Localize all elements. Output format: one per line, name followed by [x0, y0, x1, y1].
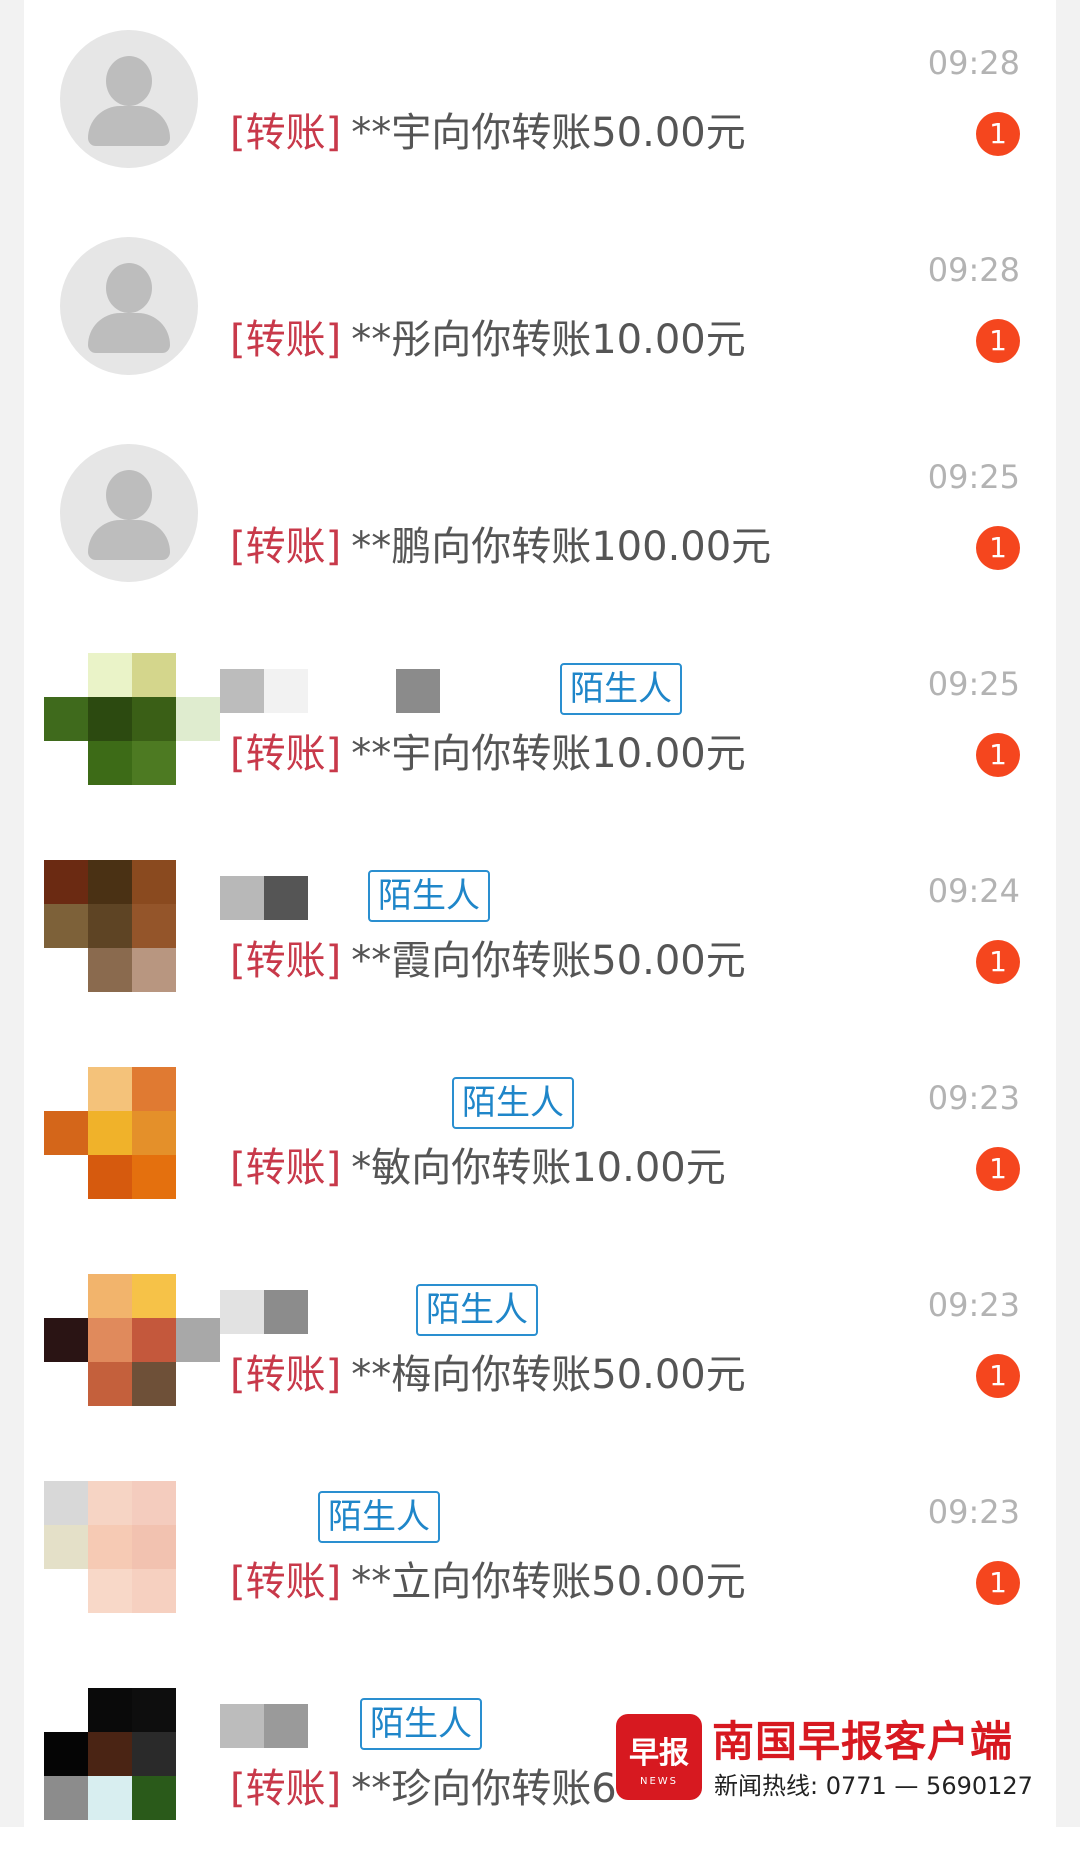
transfer-label: [转账]	[230, 317, 342, 363]
conversation-item[interactable]: 陌生人 [转账] **立向你转账50.00元 09:23 1	[24, 1449, 1056, 1656]
transfer-label: [转账]	[230, 524, 342, 570]
stranger-tag: 陌生人	[368, 870, 490, 922]
timestamp: 09:24	[927, 872, 1020, 910]
message-preview: [转账] **鹏向你转账100.00元	[230, 522, 771, 572]
timestamp: 09:23	[927, 1493, 1020, 1531]
stranger-tag: 陌生人	[318, 1491, 440, 1543]
unread-badge: 1	[976, 1561, 1020, 1605]
transfer-label: [转账]	[230, 1352, 342, 1398]
blurred-name	[220, 669, 470, 713]
stranger-tag: 陌生人	[360, 1698, 482, 1750]
conversation-item[interactable]: 陌生人 [转账] **霞向你转账50.00元 09:24 1	[24, 828, 1056, 1035]
transfer-label: [转账]	[230, 731, 342, 777]
transfer-label: [转账]	[230, 1559, 342, 1605]
pixelated-avatar	[44, 1481, 224, 1621]
unread-badge: 1	[976, 112, 1020, 156]
timestamp: 09:23	[927, 1079, 1020, 1117]
unread-badge: 1	[976, 526, 1020, 570]
timestamp: 09:28	[927, 44, 1020, 82]
stranger-tag: 陌生人	[416, 1284, 538, 1336]
pixelated-avatar	[44, 1067, 224, 1207]
logo-subtext: NEWS	[639, 1776, 679, 1787]
default-avatar-icon	[60, 237, 198, 375]
message-text: *敏向你转账10.00元	[351, 1145, 726, 1191]
unread-badge: 1	[976, 940, 1020, 984]
message-preview: [转账] *敏向你转账10.00元	[230, 1143, 726, 1193]
default-avatar-icon	[60, 30, 198, 168]
unread-badge: 1	[976, 733, 1020, 777]
conversation-item[interactable]: 陌生人 [转账] **梅向你转账50.00元 09:23 1	[24, 1242, 1056, 1449]
conversation-item[interactable]: 陌生人 [转账] *敏向你转账10.00元 09:23 1	[24, 1035, 1056, 1242]
pixelated-avatar	[44, 1274, 224, 1414]
message-text: **宇向你转账50.00元	[351, 110, 746, 156]
message-text: **彤向你转账10.00元	[351, 317, 746, 363]
watermark-hotline: 新闻热线: 0771 — 5690127	[714, 1772, 1033, 1800]
message-preview: [转账] **宇向你转账10.00元	[230, 729, 746, 779]
message-preview: [转账] **梅向你转账50.00元	[230, 1350, 746, 1400]
right-margin	[1056, 0, 1080, 1827]
message-text: **珍向你转账6	[351, 1766, 617, 1812]
news-logo-icon: 早报 NEWS	[616, 1714, 702, 1800]
blurred-name	[220, 876, 320, 920]
timestamp: 09:23	[927, 1286, 1020, 1324]
unread-badge: 1	[976, 1147, 1020, 1191]
message-text: **梅向你转账50.00元	[351, 1352, 746, 1398]
pixelated-avatar	[44, 860, 224, 1000]
message-text: **立向你转账50.00元	[351, 1559, 746, 1605]
conversation-item[interactable]: [转账] **鹏向你转账100.00元 09:25 1	[24, 414, 1056, 621]
message-text: **鹏向你转账100.00元	[351, 524, 772, 570]
message-preview: [转账] **珍向你转账6	[230, 1764, 617, 1814]
timestamp: 09:25	[927, 665, 1020, 703]
transfer-label: [转账]	[230, 110, 342, 156]
stranger-tag: 陌生人	[452, 1077, 574, 1129]
message-preview: [转账] **宇向你转账50.00元	[230, 108, 746, 158]
unread-badge: 1	[976, 1354, 1020, 1398]
message-preview: [转账] **霞向你转账50.00元	[230, 936, 746, 986]
conversation-item[interactable]: [转账] **彤向你转账10.00元 09:28 1	[24, 207, 1056, 414]
message-text: **霞向你转账50.00元	[351, 938, 746, 984]
logo-text: 早报	[629, 1736, 689, 1771]
unread-badge: 1	[976, 319, 1020, 363]
conversation-list: [转账] **宇向你转账50.00元 09:28 1 [转账] **彤向你转账10.…	[24, 0, 1056, 1827]
watermark-name: 南国早报客户端	[712, 1717, 1014, 1766]
timestamp: 09:28	[927, 251, 1020, 289]
pixelated-avatar	[44, 653, 224, 793]
stranger-tag: 陌生人	[560, 663, 682, 715]
message-preview: [转账] **彤向你转账10.00元	[230, 315, 746, 365]
news-watermark: 早报 NEWS 南国早报客户端 新闻热线: 0771 — 5690127	[616, 1702, 1046, 1812]
blurred-name	[220, 1290, 320, 1334]
timestamp: 09:25	[927, 458, 1020, 496]
transfer-label: [转账]	[230, 938, 342, 984]
message-text: **宇向你转账10.00元	[351, 731, 746, 777]
left-margin	[0, 0, 24, 1827]
message-preview: [转账] **立向你转账50.00元	[230, 1557, 746, 1607]
blurred-name	[220, 1704, 320, 1748]
conversation-item[interactable]: 陌生人 [转账] **宇向你转账10.00元 09:25 1	[24, 621, 1056, 828]
transfer-label: [转账]	[230, 1766, 342, 1812]
conversation-item[interactable]: [转账] **宇向你转账50.00元 09:28 1	[24, 0, 1056, 207]
pixelated-avatar	[44, 1688, 224, 1828]
transfer-label: [转账]	[230, 1145, 342, 1191]
default-avatar-icon	[60, 444, 198, 582]
